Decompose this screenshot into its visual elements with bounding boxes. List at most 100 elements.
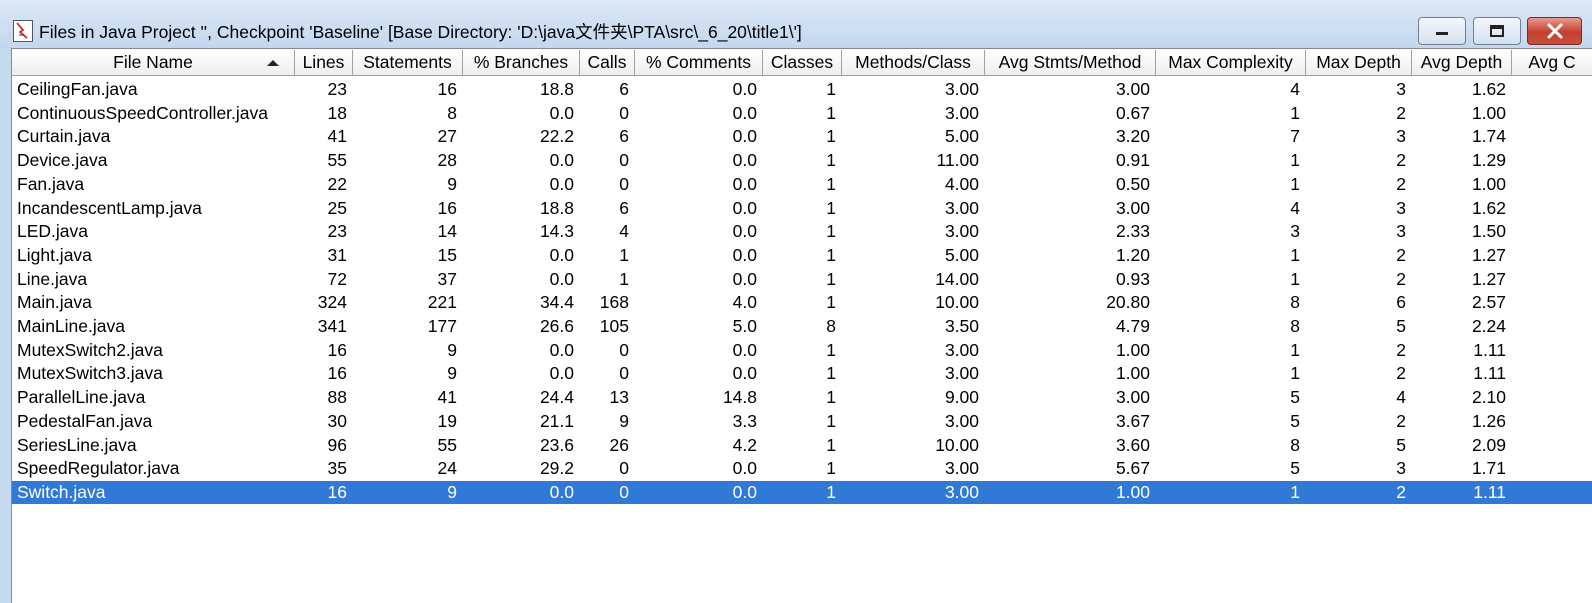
table-row[interactable]: MutexSwitch2.java 16 9 0.0 0 0.0 1 3.00 1.00 1 2 1.… [12, 339, 1592, 362]
cell-branches: 26.6 [539, 316, 574, 336]
cell-classes: 8 [826, 316, 836, 336]
cell-file-name: Switch.java [17, 481, 106, 502]
app-window: Files in Java Project '', Checkpoint 'Ba… [0, 0, 1592, 603]
column-header-max-complexity[interactable]: Max Complexity [1156, 50, 1306, 75]
cell-avg-depth: 1.11 [1473, 339, 1506, 360]
cell-methods-per-class: 3.50 [944, 316, 979, 336]
column-header-methods-per-class[interactable]: Methods/Class [842, 50, 985, 75]
table-row[interactable]: Line.java 72 37 0.0 1 0.0 1 14.00 0.93 1 2 1.27 [12, 268, 1592, 291]
cell-comments: 0.0 [732, 102, 757, 123]
table-row[interactable]: PedestalFan.java 30 19 21.1 9 3.3 1 3.00 3.67 5 2 1… [12, 410, 1592, 433]
cell-comments: 0.0 [732, 458, 757, 479]
table-row[interactable]: Fan.java 22 9 0.0 0 0.0 1 4.00 0.50 1 2 1.00 [12, 173, 1592, 196]
table-row[interactable]: ContinuousSpeedController.java 18 8 0.0 0 0.0… [12, 102, 1592, 125]
column-header-avg-stmts-per-method[interactable]: Avg Stmts/Method [985, 50, 1156, 75]
cell-comments: 0.0 [732, 150, 757, 171]
cell-methods-per-class: 3.00 [944, 458, 979, 479]
cell-statements: 41 [437, 387, 457, 408]
cell-file-name: Device.java [17, 150, 108, 171]
cell-methods-per-class: 11.00 [936, 150, 980, 171]
table-row[interactable]: Curtain.java 41 27 22.2 6 0.0 1 5.00 3.20 7 3 1.74 [12, 125, 1592, 148]
title-bar[interactable]: Files in Java Project '', Checkpoint 'Ba… [0, 0, 1592, 48]
close-button[interactable] [1527, 17, 1582, 45]
cell-branches: 0.0 [549, 150, 574, 171]
cell-max-depth: 3 [1396, 221, 1406, 242]
minimize-button[interactable] [1418, 17, 1466, 45]
cell-avg-stmts-per-method: 4.79 [1115, 316, 1150, 336]
cell-lines: 324 [317, 292, 347, 313]
column-header-calls[interactable]: Calls [580, 50, 635, 75]
table-row[interactable]: MainLine.java 341 177 26.6 105 5.0 8 3.50 4.79 8 5… [12, 315, 1592, 338]
table-row[interactable]: Light.java 31 15 0.0 1 0.0 1 5.00 1.20 1 2 1.27 [12, 244, 1592, 267]
table-row[interactable]: CeilingFan.java 23 16 18.8 6 0.0 1 3.00 3.00 4 3 1.… [12, 78, 1592, 101]
cell-file-name: Light.java [17, 244, 92, 265]
cell-comments: 0.0 [732, 197, 757, 218]
cell-classes: 1 [826, 339, 836, 360]
cell-avg-stmts-per-method: 20.80 [1106, 292, 1150, 313]
cell-methods-per-class: 3.00 [944, 79, 979, 99]
table-row[interactable]: Device.java 55 28 0.0 0 0.0 1 11.00 0.91 1 2 1.29 [12, 149, 1592, 172]
column-header-statements[interactable]: Statements [353, 50, 463, 75]
cell-max-depth: 3 [1396, 79, 1406, 99]
cell-statements: 16 [437, 79, 457, 99]
cell-avg-depth: 1.29 [1471, 150, 1506, 171]
column-header-avg-complexity[interactable]: Avg C [1512, 50, 1592, 75]
table-row[interactable]: Main.java 324 221 34.4 168 4.0 1 10.00 20.80 8 6 2.… [12, 291, 1592, 314]
column-header-file-name[interactable]: File Name [12, 50, 295, 75]
cell-avg-stmts-per-method: 5.67 [1115, 458, 1150, 479]
maximize-button[interactable] [1473, 17, 1521, 45]
table-row[interactable]: IncandescentLamp.java 25 16 18.8 6 0.0 1 3.00 3.… [12, 197, 1592, 220]
column-header-classes[interactable]: Classes [763, 50, 842, 75]
column-header-avg-depth[interactable]: Avg Depth [1412, 50, 1512, 75]
cell-lines: 16 [327, 363, 347, 384]
cell-lines: 31 [327, 244, 347, 265]
file-metrics-table[interactable]: File Name Lines Statements% Branches Calls%… [11, 48, 1592, 603]
column-header-branches[interactable]: % Branches [463, 50, 580, 75]
cell-max-complexity: 4 [1290, 197, 1300, 218]
cell-branches: 0.0 [549, 268, 574, 289]
column-header-comments[interactable]: % Comments [635, 50, 763, 75]
cell-classes: 1 [826, 268, 836, 289]
cell-max-complexity: 1 [1290, 339, 1300, 360]
cell-classes: 1 [826, 481, 836, 502]
cell-max-depth: 2 [1396, 481, 1406, 502]
cell-statements: 28 [437, 150, 457, 171]
table-row[interactable]: MutexSwitch3.java 16 9 0.0 0 0.0 1 3.00 1.00 1 2 1.… [12, 362, 1592, 385]
cell-branches: 0.0 [549, 339, 574, 360]
cell-lines: 22 [327, 173, 347, 194]
cell-avg-depth: 1.71 [1471, 458, 1506, 479]
cell-statements: 16 [437, 197, 457, 218]
cell-max-complexity: 1 [1290, 102, 1300, 123]
cell-lines: 16 [327, 481, 347, 502]
cell-comments: 0.0 [732, 244, 757, 265]
cell-avg-stmts-per-method: 0.93 [1115, 268, 1150, 289]
cell-statements: 27 [437, 126, 457, 147]
cell-branches: 0.0 [549, 102, 574, 123]
cell-max-depth: 5 [1396, 434, 1406, 455]
cell-avg-stmts-per-method: 0.91 [1115, 150, 1150, 171]
table-row[interactable]: LED.java 23 14 14.3 4 0.0 1 3.00 2.33 3 3 1.50 [12, 220, 1592, 243]
cell-avg-depth: 1.62 [1471, 197, 1506, 218]
document-chart-icon[interactable] [13, 20, 33, 42]
cell-methods-per-class: 3.00 [944, 339, 979, 360]
cell-calls: 6 [619, 79, 629, 99]
table-row[interactable]: ParallelLine.java 88 41 24.4 13 14.8 1 9.00 3.00… [12, 386, 1592, 409]
cell-max-depth: 2 [1396, 173, 1406, 194]
cell-lines: 88 [327, 387, 347, 408]
column-header-lines[interactable]: Lines [295, 50, 353, 75]
cell-classes: 1 [826, 410, 836, 431]
cell-lines: 30 [327, 410, 347, 431]
table-row[interactable]: SpeedRegulator.java 35 24 29.2 0 0.0 1 3.00 5.67… [12, 457, 1592, 480]
cell-statements: 8 [447, 102, 457, 123]
cell-calls: 9 [619, 410, 629, 431]
cell-classes: 1 [826, 173, 836, 194]
cell-branches: 0.0 [549, 363, 574, 384]
column-header-max-depth[interactable]: Max Depth [1306, 50, 1412, 75]
cell-avg-stmts-per-method: 3.67 [1115, 410, 1150, 431]
cell-max-depth: 3 [1396, 458, 1406, 479]
table-row[interactable]: Switch.java 16 9 0.0 0 0.0 1 3.00 1.00 1 2 1.11 [12, 480, 1592, 504]
cell-methods-per-class: 3.00 [944, 363, 979, 384]
cell-max-complexity: 5 [1290, 387, 1300, 408]
table-row[interactable]: SeriesLine.java 96 55 23.6 26 4.2 1 10.00 3.60 8 5… [12, 434, 1592, 457]
cell-branches: 34.4 [539, 292, 574, 313]
